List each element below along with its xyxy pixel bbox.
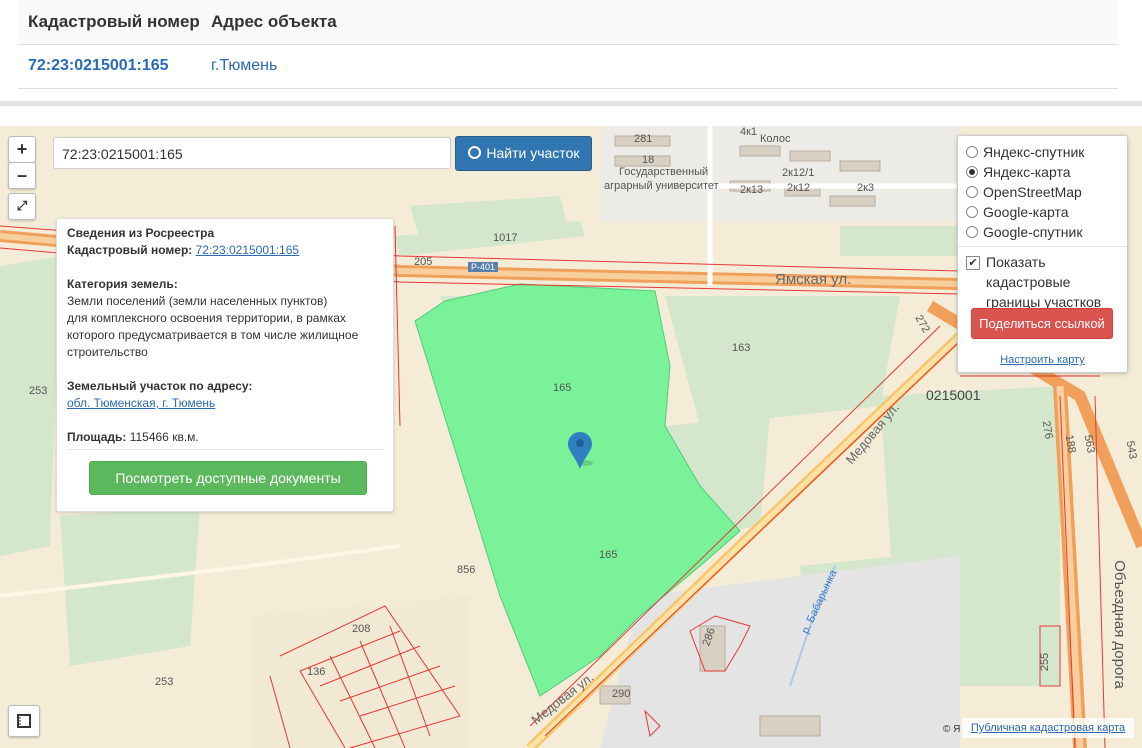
layer-option-openstreetmap[interactable]: OpenStreetMap — [966, 182, 1082, 202]
green-area — [0, 256, 60, 556]
radio-button[interactable] — [966, 186, 978, 198]
ruler-icon — [17, 714, 31, 728]
column-header-cadastral-number: Кадастровый номер — [28, 12, 200, 31]
map-label: 856 — [457, 564, 476, 576]
parcel-number-label: 165 — [599, 549, 618, 561]
radio-button[interactable] — [966, 146, 978, 158]
search-input[interactable]: 72:23:0215001:165 — [53, 137, 451, 169]
ruler-button[interactable] — [8, 705, 40, 737]
building — [739, 145, 781, 157]
zoom-in-button[interactable]: + — [8, 136, 36, 163]
layers-divider — [958, 246, 1127, 247]
parcel-info-panel: Сведения из Росреестра Кадастровый номер… — [56, 218, 394, 512]
map-label: 2к12/1 — [782, 167, 815, 179]
layer-option-google-map[interactable]: Google-карта — [966, 202, 1069, 222]
parcel-address-label: Земельный участок по адресу: — [67, 379, 253, 393]
map-label: 2к13 — [740, 184, 764, 196]
zoom-out-button[interactable]: – — [8, 162, 36, 189]
find-parcel-label: Найти участок — [486, 145, 580, 161]
block-number-label: 0215001 — [926, 387, 981, 403]
layer-option-label: Google-карта — [983, 204, 1069, 220]
residential-area — [250, 596, 470, 748]
expand-icon: ⤢ — [16, 198, 28, 213]
street-label-yamskaya: Ямская ул. — [775, 271, 852, 288]
view-documents-button[interactable]: Посмотреть доступные документы — [89, 461, 367, 495]
map-copyright: © Я — [943, 724, 961, 735]
building — [839, 160, 881, 172]
building — [789, 150, 831, 162]
land-category-label: Категория земель: — [67, 277, 178, 291]
green-area — [410, 196, 570, 241]
green-area — [665, 296, 900, 426]
land-category-line: для комплексного освоения территории, в … — [67, 311, 346, 325]
map-label: 253 — [155, 676, 174, 688]
divider — [0, 101, 1142, 106]
layer-option-yandex-map[interactable]: Яндекс-карта — [966, 162, 1070, 182]
info-title: Сведения из Росреестра — [67, 226, 215, 240]
area-label: Площадь: — [67, 430, 127, 444]
map-label: 253 — [29, 385, 48, 397]
cadastral-map-link[interactable]: Публичная кадастровая карта — [962, 718, 1134, 738]
layer-option-google-satellite[interactable]: Google-спутник — [966, 222, 1082, 242]
layers-panel: Яндекс-спутник Яндекс-карта OpenStreetMa… — [957, 135, 1128, 373]
route-shield: Р-401 — [468, 262, 499, 272]
column-header-address: Адрес объекта — [211, 12, 337, 31]
map-label: 290 — [612, 688, 631, 700]
cadastral-number-link[interactable]: 72:23:0215001:165 — [196, 243, 299, 257]
radio-button-selected[interactable] — [966, 166, 978, 178]
map-label: 136 — [307, 666, 326, 678]
layer-option-label: OpenStreetMap — [983, 184, 1082, 200]
map-label: 18 — [642, 154, 655, 166]
layer-option-yandex-satellite[interactable]: Яндекс-спутник — [966, 142, 1084, 162]
map-label: 2к12 — [787, 182, 811, 194]
map-label: 4к1 — [740, 126, 758, 138]
map-label: 255 — [1039, 652, 1052, 672]
fullscreen-button[interactable]: ⤢ — [8, 193, 36, 220]
map-label: 205 — [414, 256, 433, 268]
land-category-line: которого предусматривается в том числе ж… — [67, 328, 359, 342]
checkmark-icon: ✔ — [968, 257, 978, 269]
map-label: Колос — [760, 133, 791, 145]
results-table: Кадастровый номер Адрес объекта 72:23:02… — [18, 0, 1118, 89]
layer-option-label: Яндекс-карта — [983, 164, 1071, 180]
building — [759, 715, 821, 737]
parcel-address-link[interactable]: обл. Тюменская, г. Тюмень — [67, 396, 215, 410]
parcel-number-label: 165 — [553, 382, 572, 394]
find-parcel-button[interactable]: Найти участок — [455, 136, 592, 171]
map-label: Государственный — [619, 166, 709, 178]
radio-button[interactable] — [966, 206, 978, 218]
info-divider — [67, 449, 383, 450]
street-label-bypass: Объездная дорога — [1110, 560, 1128, 689]
map-label: 163 — [732, 342, 751, 354]
map-label: 281 — [634, 133, 653, 145]
map-label: 2к3 — [857, 182, 875, 194]
map-label: аграрный университет — [604, 180, 719, 192]
show-boundaries-label[interactable]: Показать кадастровые границы участков — [986, 252, 1124, 312]
land-category-line: строительство — [67, 345, 148, 359]
table-row[interactable]: 72:23:0215001:165 г.Тюмень — [18, 45, 1118, 88]
green-area — [840, 226, 960, 256]
map-view[interactable]: Государственный аграрный университет Кол… — [0, 126, 1142, 748]
map-label: 208 — [352, 623, 371, 635]
show-boundaries-checkbox[interactable]: ✔ — [966, 256, 980, 270]
layer-option-label: Яндекс-спутник — [983, 144, 1085, 160]
minor-road — [0, 544, 401, 598]
configure-map-link[interactable]: Настроить карту — [958, 354, 1127, 366]
cadastral-number-label: Кадастровый номер: — [67, 243, 193, 257]
radio-button[interactable] — [966, 226, 978, 238]
share-link-button[interactable]: Поделиться ссылкой — [971, 308, 1113, 339]
search-icon — [467, 146, 481, 159]
building — [829, 195, 876, 207]
layer-option-label: Google-спутник — [983, 224, 1083, 240]
cadastral-number-link[interactable]: 72:23:0215001:165 — [28, 57, 169, 75]
address-link[interactable]: г.Тюмень — [211, 57, 277, 75]
map-label: 1017 — [493, 232, 518, 244]
land-category-line: Земли поселений (земли населенных пункто… — [67, 294, 328, 308]
table-header-row: Кадастровый номер Адрес объекта — [18, 0, 1118, 45]
area-value: 115466 кв.м. — [129, 430, 199, 444]
